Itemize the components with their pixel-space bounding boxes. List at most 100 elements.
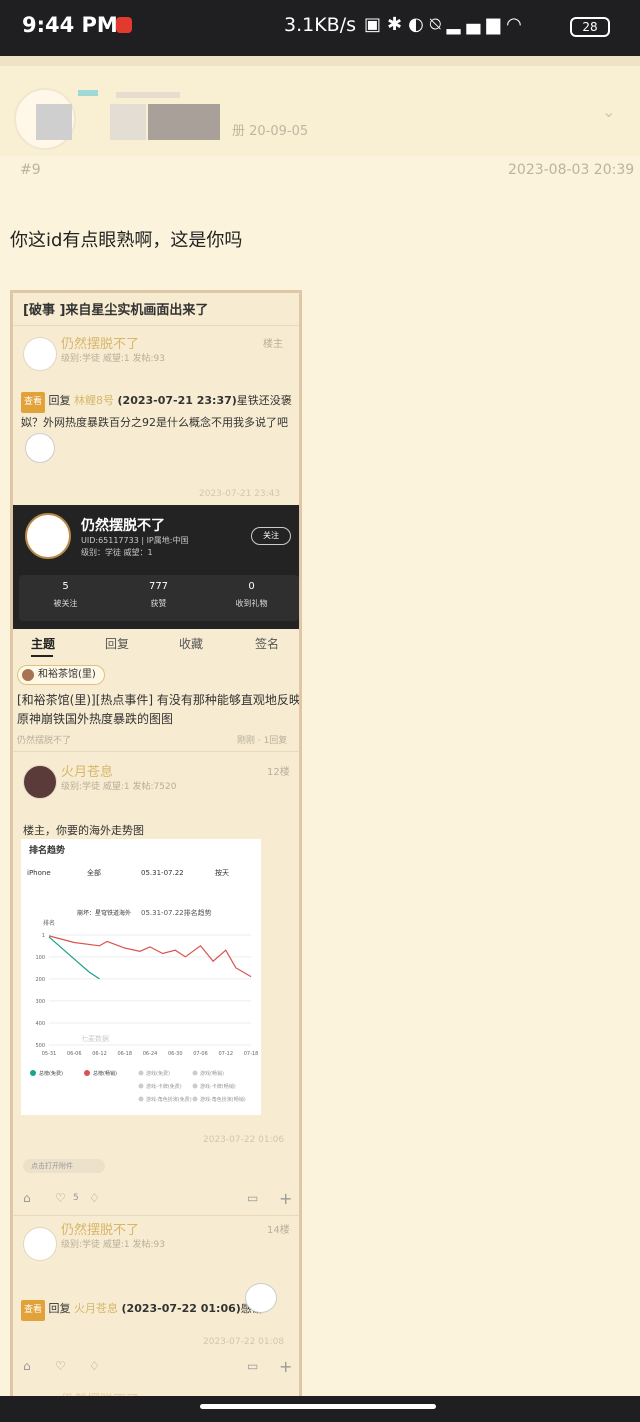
legend-swatch: [192, 1070, 198, 1076]
tab-topics[interactable]: 主题: [31, 635, 55, 652]
stat-gifts: 0 收到礼物: [235, 581, 268, 608]
legend-label: 游戏-角色扮演(免费): [146, 1096, 192, 1103]
gift-icon[interactable]: ⌂: [23, 1359, 31, 1373]
post-author-area: [0, 66, 640, 156]
reply-text-a: 星铁还没褒: [236, 394, 292, 407]
legend-label: 游戏(免费): [146, 1070, 170, 1077]
topic-title[interactable]: [和裕茶馆(里)][热点事件] 有没有那种能够直观地反映原神崩铁国外热度暴跌的图…: [17, 691, 299, 729]
quote-tag: 查看: [21, 392, 46, 413]
battery-icon: 28: [570, 17, 610, 37]
x-tick-label: 06-24: [143, 1051, 158, 1057]
y-tick-label: 200: [35, 977, 45, 983]
y-tick-label: 400: [35, 1021, 45, 1027]
reply-date: 2023-07-22 01:08: [203, 1337, 285, 1347]
add-icon[interactable]: +: [279, 1189, 292, 1208]
netease-music-icon: [116, 17, 132, 33]
topic-meta: 刚刚 · 1回复: [237, 736, 288, 746]
forum-pill[interactable]: 和裕茶馆(里): [17, 665, 105, 685]
nfc-icon: ▣: [364, 14, 388, 35]
thread-title: [破事 ]来自星尘实机画面出来了: [23, 303, 209, 318]
forum-icon: [22, 669, 34, 681]
stat-likes: 777 获赞: [148, 581, 169, 608]
legend-swatch: [138, 1070, 144, 1076]
reply-date: 2023-07-22 01:06: [203, 1135, 285, 1145]
user-meta: 级别:学徒 威望:1 发帖:93: [61, 1240, 165, 1250]
divider: [13, 1215, 299, 1216]
x-tick-label: 07-06: [193, 1051, 208, 1057]
divider: [13, 751, 299, 752]
profile-avatar: [25, 513, 71, 559]
avatar: [23, 337, 57, 371]
reply-time: (2023-07-21 23:37): [117, 394, 237, 407]
like-icon[interactable]: ♡: [55, 1359, 66, 1373]
chart-filter: iPhone: [27, 869, 51, 877]
floor-number: 12楼: [267, 767, 290, 778]
x-tick-label: 05-31: [42, 1051, 57, 1057]
rank-trend-chart[interactable]: 排名趋势 iPhone 全部 05.31-07.22 按天 崩坏：星穹铁道海外 05.31-…: [21, 839, 261, 1115]
x-tick-label: 06-30: [168, 1051, 183, 1057]
redacted-block: [36, 104, 72, 140]
dislike-icon[interactable]: ♢: [89, 1191, 100, 1205]
profile-level: 级别：学徒 威望：1: [81, 548, 153, 557]
series-line: [48, 936, 100, 980]
legend-swatch: [138, 1096, 144, 1102]
tab-underline: [31, 655, 53, 657]
legend-label: 总榜(畅销): [93, 1070, 117, 1077]
status-bar: 9:44 PM 3.1KB/s ▣✱◐⍉▂▄▆◠ 28: [0, 0, 640, 56]
x-tick-label: 07-12: [218, 1051, 233, 1057]
user-meta: 级别:学徒 威望:1 发帖:7520: [61, 782, 177, 792]
chart-filter: 按天: [215, 868, 229, 877]
stat-followers: 5 被关注: [53, 581, 78, 608]
legend-swatch: [192, 1083, 198, 1089]
signal-icon: ▂▄▆: [446, 14, 507, 35]
legend-label: 游戏-卡牌(畅销): [200, 1083, 236, 1090]
user-meta: 级别:学徒 威望:1 发帖:93: [61, 354, 165, 364]
reply-prefix: 回复: [48, 1302, 71, 1315]
sticker-image: [245, 1283, 277, 1313]
register-date: 册 20-09-05: [232, 124, 309, 139]
prev-post-actions: [0, 56, 640, 66]
chart-inner-range: 05.31-07.22排名趋势: [141, 908, 212, 917]
floor-number: #9: [20, 162, 41, 178]
reply-body: 楼主，你要的海外走势图: [23, 824, 144, 837]
floor-number: 14楼: [267, 1225, 290, 1236]
comment-icon[interactable]: ▭: [247, 1191, 258, 1205]
tab-signature[interactable]: 签名: [255, 635, 279, 652]
add-icon[interactable]: +: [279, 1357, 292, 1376]
legend-label: 游戏-角色扮演(畅销): [200, 1096, 246, 1103]
comment-icon[interactable]: ▭: [247, 1359, 258, 1373]
profile-tabs: 主题 回复 收藏 签名: [13, 629, 299, 659]
topic-author: 仍然摆脱不了: [17, 736, 72, 746]
embedded-screenshot[interactable]: [破事 ]来自星尘实机画面出来了 仍然摆脱不了 楼主 级别:学徒 威望:1 发帖…: [10, 290, 302, 1400]
gesture-handle[interactable]: [200, 1404, 436, 1409]
x-tick-label: 06-18: [117, 1051, 132, 1057]
chart-watermark: 七麦数据: [81, 1034, 109, 1043]
topic-title-a: [和裕茶馆(里)][热点事件] 有没有那种能够直观地反: [17, 693, 289, 707]
dislike-icon[interactable]: ♢: [89, 1359, 100, 1373]
wifi-icon: ◠: [506, 14, 528, 35]
reply-prefix: 回复: [48, 394, 71, 407]
tab-replies[interactable]: 回复: [105, 635, 129, 652]
legend-swatch: [192, 1096, 198, 1102]
gift-icon[interactable]: ⌂: [23, 1191, 31, 1205]
follow-button[interactable]: 关注: [251, 527, 291, 545]
reply-time: (2023-07-22 01:06): [121, 1302, 241, 1315]
legend-label: 总榜(免费): [39, 1070, 63, 1077]
chart-title: 排名趋势: [29, 844, 65, 856]
chart-filter: 全部: [87, 868, 101, 877]
status-icons: ▣✱◐⍉▂▄▆◠: [364, 14, 528, 35]
username: 仍然摆脱不了: [61, 1223, 140, 1238]
quote-tag: 查看: [21, 1300, 46, 1321]
reply-target: 火月苍息: [74, 1302, 119, 1315]
chevron-down-icon[interactable]: ⌄: [602, 102, 618, 121]
chart-inner-title: 崩坏：星穹铁道海外: [77, 909, 131, 917]
network-speed: 3.1KB/s: [284, 14, 357, 36]
tab-favorites[interactable]: 收藏: [179, 635, 203, 652]
profile-stats: 5 被关注 777 获赞 0 收到礼物: [19, 575, 299, 621]
like-icon[interactable]: ♡: [55, 1191, 66, 1205]
nav-bar: [0, 1396, 640, 1422]
username: 火月苍息: [61, 765, 114, 780]
attachment-button[interactable]: 点击打开附件: [23, 1159, 105, 1173]
mute-icon: ⍉: [429, 14, 447, 35]
reply-text-b: 姒？外网热度暴跌百分之92是什么概念不用我多说了吧: [21, 416, 288, 429]
